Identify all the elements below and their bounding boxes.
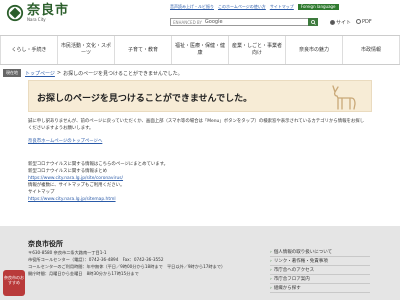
sitemap-text: 情報が複数に、サイトマップもご利用ください。: [28, 183, 125, 188]
chevron-right-icon: ›: [270, 267, 272, 273]
search-button[interactable]: [308, 18, 318, 26]
radio-site[interactable]: サイト: [330, 19, 351, 26]
nav-item-business[interactable]: 産業・しごと・事業者向け: [229, 36, 286, 64]
home-link[interactable]: 奈良市ホームページのトップページへ: [28, 138, 368, 145]
copyright-link[interactable]: › リンク・著作権・免責事項: [270, 257, 370, 266]
covid-summary-label: 新型コロナウイルスに関する情報まとめ: [28, 169, 108, 174]
radio-unselected-icon: [356, 19, 362, 24]
mascot-banner[interactable]: 奈良市のおすすめ: [3, 270, 25, 296]
footer-link-label: 市庁舎フロア案内: [273, 277, 310, 282]
error-banner: お探しのページを見つけることができませんでした。: [28, 80, 372, 112]
nav-item-culture[interactable]: 市民活動・文化・スポーツ: [58, 36, 115, 64]
floor-guide-link[interactable]: › 市庁舎フロア案内: [270, 275, 370, 284]
footer-link-label: 組織から探す: [273, 286, 301, 291]
search-input[interactable]: ENHANCED BY Google: [170, 18, 318, 26]
footer-links: › 個人情報の取り扱いについて › リンク・著作権・免責事項 › 市庁舎へのアクセス …: [270, 248, 370, 293]
foreign-language-link[interactable]: Foreign language: [297, 4, 339, 10]
radio-selected-icon: [330, 20, 335, 25]
site-header: 奈良市 Nara City 音声読み上げ・ルビ振り このホームページの使い方 サ…: [0, 0, 400, 30]
top-links: 音声読み上げ・ルビ振り このホームページの使い方 サイトマップ Foreign …: [170, 4, 339, 10]
breadcrumb-home-link[interactable]: トップページ: [25, 70, 55, 77]
footer-address: 〒630-8580 奈良市二条大路南一丁目1-1: [28, 250, 107, 255]
breadcrumb-separator: >: [56, 70, 62, 76]
breadcrumb: 現在地 トップページ > お探しのページを見つけることができませんでした。: [3, 69, 183, 77]
logo-title: 奈良市: [27, 3, 70, 18]
nav-item-attractions[interactable]: 奈良市の魅力: [286, 36, 343, 64]
global-nav: くらし・手続き 市民活動・文化・スポーツ 子育て・教育 福祉・医療・保健・健康 …: [0, 35, 400, 65]
current-location-badge: 現在地: [3, 69, 21, 77]
chevron-right-icon: ›: [270, 258, 272, 264]
sitemap-url-link[interactable]: https://www.city.nara.lg.jp/sitemap.html: [28, 196, 368, 203]
howto-link[interactable]: このホームページの使い方: [218, 4, 266, 10]
search-brand: Google: [204, 19, 223, 25]
ruby-link[interactable]: 音声読み上げ・ルビ振り: [170, 4, 214, 10]
radio-pdf[interactable]: PDF: [356, 19, 372, 26]
chevron-right-icon: ›: [270, 276, 272, 282]
nav-item-life[interactable]: くらし・手続き: [0, 36, 58, 64]
search-label: ENHANCED BY: [173, 19, 202, 25]
privacy-link[interactable]: › 個人情報の取り扱いについて: [270, 248, 370, 257]
radio-site-label: サイト: [336, 20, 352, 26]
site-footer: 奈良市役所 〒630-8580 奈良市二条大路南一丁目1-1 市役所コールセンタ…: [0, 226, 400, 300]
footer-title: 奈良市役所: [28, 240, 63, 248]
footer-link-label: 個人情報の取り扱いについて: [273, 250, 333, 255]
nav-item-education[interactable]: 子育て・教育: [115, 36, 172, 64]
organization-link[interactable]: › 組織から探す: [270, 284, 370, 293]
access-link[interactable]: › 市庁舎へのアクセス: [270, 266, 370, 275]
footer-phone: 市役所コールセンター（電話）：0742-36-4894 Fax：0742-36-…: [28, 257, 164, 262]
city-emblem-icon: [6, 4, 24, 22]
search-icon: [310, 19, 316, 25]
nav-item-government[interactable]: 市政情報: [343, 36, 400, 64]
deer-icon: [332, 85, 356, 110]
breadcrumb-current: お探しのページを見つけることができませんでした。: [63, 70, 183, 77]
footer-link-label: リンク・著作権・免責事項: [273, 259, 328, 264]
chevron-right-icon: ›: [270, 285, 272, 291]
covid-link[interactable]: https://www.city.nara.lg.jp/site/coronav…: [28, 175, 368, 182]
footer-hours: コールセンターのご利用時間：年中無休（平日／9時00分から18時まで 平日以外／…: [28, 264, 226, 269]
chevron-right-icon: ›: [270, 249, 272, 255]
apology-text: 誠に申し訳ありませんが、前のページに戻っていただくか、画面上部（スマホ等の場合は…: [28, 119, 365, 131]
search-scope: サイト PDF: [330, 19, 372, 26]
page-title: お探しのページを見つけることができませんでした。: [37, 94, 253, 104]
sitemap-link[interactable]: サイトマップ: [270, 4, 294, 10]
footer-office-hours: 開庁時間：月曜日から金曜日 8時30分から17時15分まで: [28, 271, 139, 276]
site-logo[interactable]: 奈良市 Nara City: [6, 4, 69, 22]
covid-text: 新型コロナウイルスに関する情報はこちらのページにまとめています。: [28, 162, 168, 167]
radio-pdf-label: PDF: [362, 19, 372, 25]
sitemap-label: サイトマップ: [28, 190, 55, 195]
nav-item-welfare[interactable]: 福祉・医療・保健・健康: [172, 36, 229, 64]
footer-link-label: 市庁舎へのアクセス: [273, 268, 315, 273]
